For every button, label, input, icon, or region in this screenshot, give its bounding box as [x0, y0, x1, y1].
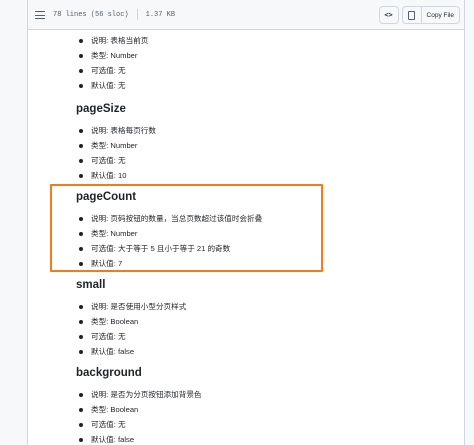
right-scrollbar[interactable]	[464, 0, 474, 445]
copy-file-button[interactable]: Copy File	[421, 6, 460, 24]
list-item: 可选值: 无	[76, 330, 186, 345]
list-item: 说明: 是否使用小型分页样式	[76, 300, 186, 315]
file-button[interactable]	[401, 6, 422, 24]
copy-button-group: Copy File	[401, 6, 460, 24]
list-item: 类型: Boolean	[76, 315, 186, 330]
list-item: 可选值: 无	[76, 154, 156, 169]
heading-pagesize: pageSize	[76, 103, 126, 115]
prop-list-pagesize: 说明: 表格每页行数 类型: Number 可选值: 无 默认值: 10	[76, 124, 156, 184]
list-item: 说明: 表格每页行数	[76, 124, 156, 139]
file-toolbar: <> Copy File	[378, 6, 460, 24]
heading-background: background	[76, 367, 142, 379]
list-item: 类型: Number	[76, 139, 156, 154]
list-item: 默认值: false	[76, 345, 186, 360]
left-gutter	[0, 0, 28, 445]
list-item: 可选值: 无	[76, 64, 148, 79]
code-icon: <>	[384, 11, 393, 19]
file-header: 78 lines (56 sloc) 1.37 KB <> Copy File	[28, 0, 464, 30]
line-count: 78 lines (56 sloc)	[53, 10, 129, 19]
prop-list-background: 说明: 是否为分页按钮添加背景色 类型: Boolean 可选值: 无 默认值:…	[76, 388, 202, 445]
prop-list-small: 说明: 是否使用小型分页样式 类型: Boolean 可选值: 无 默认值: f…	[76, 300, 186, 360]
file-icon	[408, 10, 416, 20]
list-item: 默认值: 无	[76, 79, 148, 94]
meta-divider	[136, 9, 138, 20]
heading-small: small	[76, 279, 106, 291]
list-item: 说明: 表格当前页	[76, 34, 148, 49]
list-item: 类型: Number	[76, 49, 148, 64]
list-item: 默认值: false	[76, 433, 202, 445]
list-item: 默认值: 10	[76, 169, 156, 184]
file-size: 1.37 KB	[145, 10, 176, 19]
prop-list-current-page: 说明: 表格当前页 类型: Number 可选值: 无 默认值: 无	[76, 34, 148, 94]
display-source-button[interactable]: <>	[378, 6, 399, 24]
lines-icon	[35, 10, 45, 19]
list-item: 可选值: 无	[76, 418, 202, 433]
highlight-annotation-box	[50, 184, 323, 272]
list-item: 类型: Boolean	[76, 403, 202, 418]
list-item: 说明: 是否为分页按钮添加背景色	[76, 388, 202, 403]
